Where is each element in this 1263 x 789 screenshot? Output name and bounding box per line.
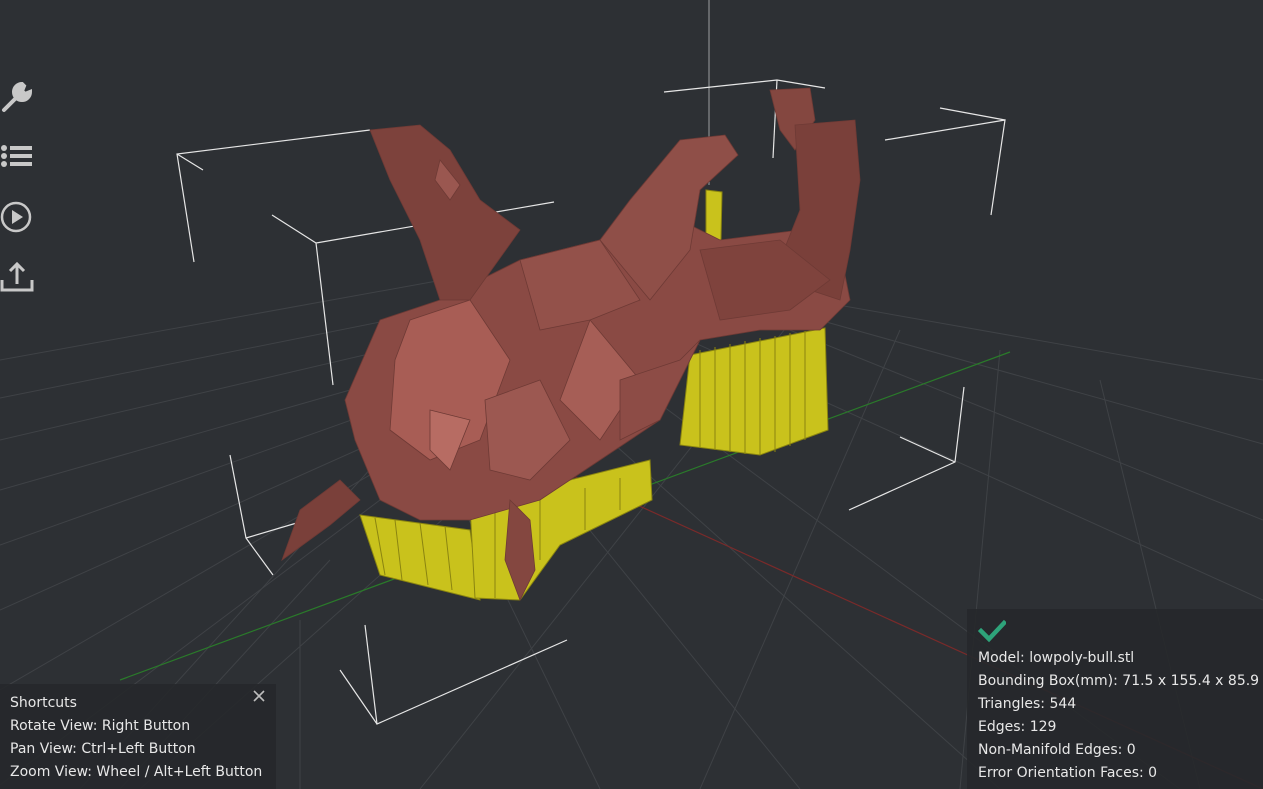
bounding-box-info: Bounding Box(mm): 71.5 x 155.4 x 85.9 xyxy=(978,673,1260,689)
model-info-panel: Model: lowpoly-bull.stl Bounding Box(mm)… xyxy=(967,609,1263,789)
shortcut-rotate: Rotate View: Right Button xyxy=(10,718,191,734)
shortcut-pan: Pan View: Ctrl+Left Button xyxy=(10,741,196,757)
list-icon[interactable] xyxy=(0,138,36,174)
shortcuts-panel: Shortcuts Rotate View: Right Button Pan … xyxy=(0,684,276,789)
checkmark-icon xyxy=(978,619,1006,643)
model-name: Model: lowpoly-bull.stl xyxy=(978,650,1135,666)
close-icon[interactable] xyxy=(252,689,266,703)
upload-icon[interactable] xyxy=(0,258,36,294)
non-manifold-edges: Non-Manifold Edges: 0 xyxy=(978,742,1136,758)
shortcuts-title: Shortcuts xyxy=(10,695,77,711)
play-icon[interactable] xyxy=(0,199,36,235)
wrench-icon[interactable] xyxy=(0,78,36,114)
error-orientation-faces: Error Orientation Faces: 0 xyxy=(978,765,1158,781)
shortcut-zoom: Zoom View: Wheel / Alt+Left Button xyxy=(10,764,263,780)
edges-count: Edges: 129 xyxy=(978,719,1057,735)
triangles-count: Triangles: 544 xyxy=(978,696,1077,712)
